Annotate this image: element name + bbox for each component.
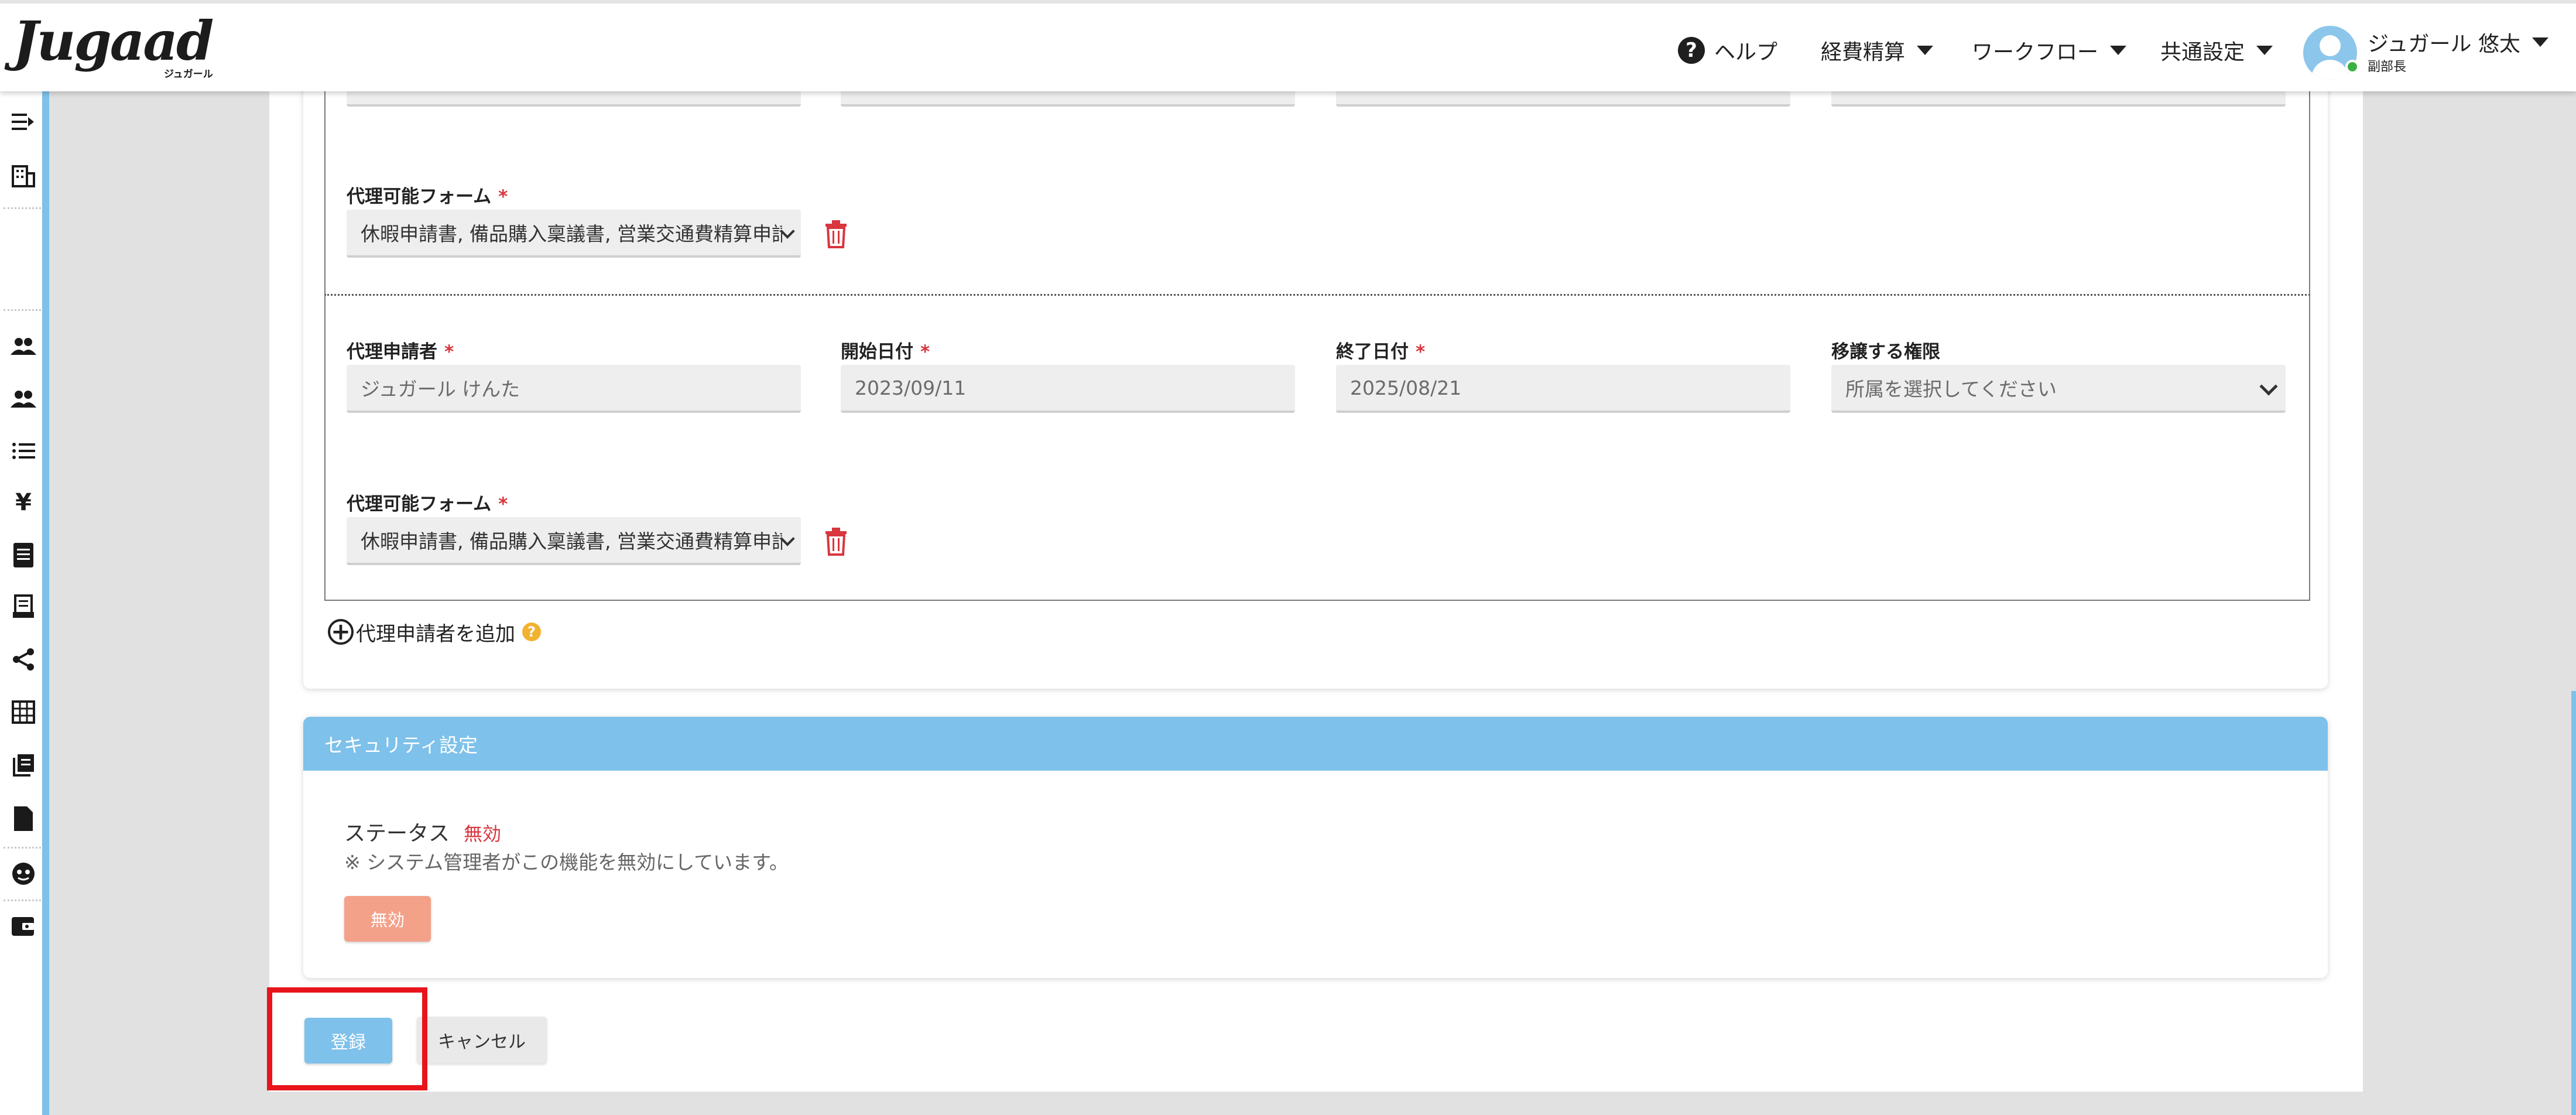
user-menu[interactable]: ジュガール 悠太 (2368, 27, 2548, 57)
users-icon[interactable] (8, 331, 39, 362)
form-label-1: 代理可能フォーム * (347, 186, 508, 207)
security-card: セキュリティ設定 ステータス 無効 ※ システム管理者がこの機能を無効にしています… (303, 717, 2328, 978)
caret-down-icon (2532, 37, 2548, 47)
status-value: 無効 (464, 823, 502, 845)
nav-expense-label: 経費精算 (1821, 40, 1906, 64)
ledger-icon[interactable] (8, 540, 39, 570)
applicant-label: 代理申請者 * (347, 341, 454, 362)
documents-icon[interactable] (8, 750, 39, 780)
add-circle-icon: + (328, 619, 354, 645)
share-icon[interactable] (8, 644, 39, 675)
help-menu[interactable]: ? ヘルプ (1678, 34, 1777, 67)
list-icon[interactable] (8, 436, 39, 466)
scrollbar[interactable] (2571, 691, 2576, 1115)
caret-down-icon (2256, 46, 2273, 55)
caret-down-icon (1917, 46, 1934, 55)
help-badge-icon[interactable]: ? (522, 623, 541, 641)
building-icon[interactable] (8, 160, 39, 191)
chevron-down-icon (780, 224, 795, 239)
yen-icon[interactable]: ¥ (8, 487, 39, 518)
authority-label: 移譲する権限 (1831, 341, 1940, 362)
add-delegate-button[interactable]: + 代理申請者を追加 ? (328, 617, 541, 647)
start-date-field[interactable]: 2023/09/11 (841, 365, 1295, 413)
status-label: ステータス (344, 822, 450, 846)
caret-down-icon (2110, 46, 2127, 55)
help-label: ヘルプ (1714, 40, 1778, 64)
receipt-icon[interactable] (8, 591, 39, 622)
help-icon: ? (1678, 37, 1705, 64)
security-status: ステータス 無効 (344, 816, 501, 847)
end-date-field[interactable]: 2025/08/21 (1336, 365, 1790, 413)
delegation-entry-2: 代理申請者 * ジュガール けんた 開始日付 * 2023/09/11 終了日付 * … (324, 294, 2310, 601)
nav-workflow[interactable]: ワークフロー (1972, 34, 2127, 67)
form-select-1[interactable]: 休暇申請書, 備品購入稟議書, 営業交通費精算申請 (347, 210, 801, 258)
top-header: Jugaad ジュガール ? ヘルプ 経費精算 ワークフロー 共通設定 ジュガー… (0, 0, 2576, 91)
add-delegate-label: 代理申請者を追加 (356, 622, 515, 646)
highlight-box (267, 987, 427, 1090)
nav-common-settings-label: 共通設定 (2160, 40, 2245, 64)
disabled-button: 無効 (344, 896, 431, 942)
online-status-dot (2345, 60, 2359, 74)
form-label-2: 代理可能フォーム * (347, 494, 508, 515)
wallet-icon[interactable] (8, 911, 39, 942)
form-select-2[interactable]: 休暇申請書, 備品購入稟議書, 営業交通費精算申請 (347, 517, 801, 565)
trash-icon[interactable] (824, 220, 848, 248)
sidebar: ¥ (0, 91, 49, 1115)
app-logo[interactable]: Jugaad (13, 12, 214, 70)
nav-common-settings[interactable]: 共通設定 (2160, 34, 2273, 67)
security-note: ※ システム管理者がこの機能を無効にしています。 (344, 851, 789, 874)
user-role: 副部長 (2368, 60, 2407, 74)
file-icon[interactable] (8, 803, 39, 834)
delegation-entry-1: 代理可能フォーム * 休暇申請書, 備品購入稟議書, 営業交通費精算申請 (324, 59, 2310, 295)
chevron-down-icon (780, 531, 795, 546)
nav-expense[interactable]: 経費精算 (1821, 34, 1934, 67)
app-logo-subtitle: ジュガール (164, 69, 213, 80)
authority-select[interactable]: 所属を選択してください (1831, 365, 2286, 413)
start-date-label: 開始日付 * (841, 341, 930, 362)
security-card-title: セキュリティ設定 (303, 717, 2328, 771)
cancel-button[interactable]: キャンセル (417, 1017, 547, 1063)
trash-icon[interactable] (824, 528, 848, 556)
applicant-field[interactable]: ジュガール けんた (347, 365, 801, 413)
support-icon[interactable] (8, 859, 39, 889)
users-alt-icon[interactable] (8, 384, 39, 415)
chevron-down-icon (2259, 377, 2278, 396)
end-date-label: 終了日付 * (1336, 341, 1426, 362)
nav-workflow-label: ワークフロー (1972, 40, 2099, 64)
table-icon[interactable] (8, 697, 39, 727)
collapse-icon[interactable] (8, 107, 39, 137)
user-name: ジュガール 悠太 (2368, 32, 2520, 56)
